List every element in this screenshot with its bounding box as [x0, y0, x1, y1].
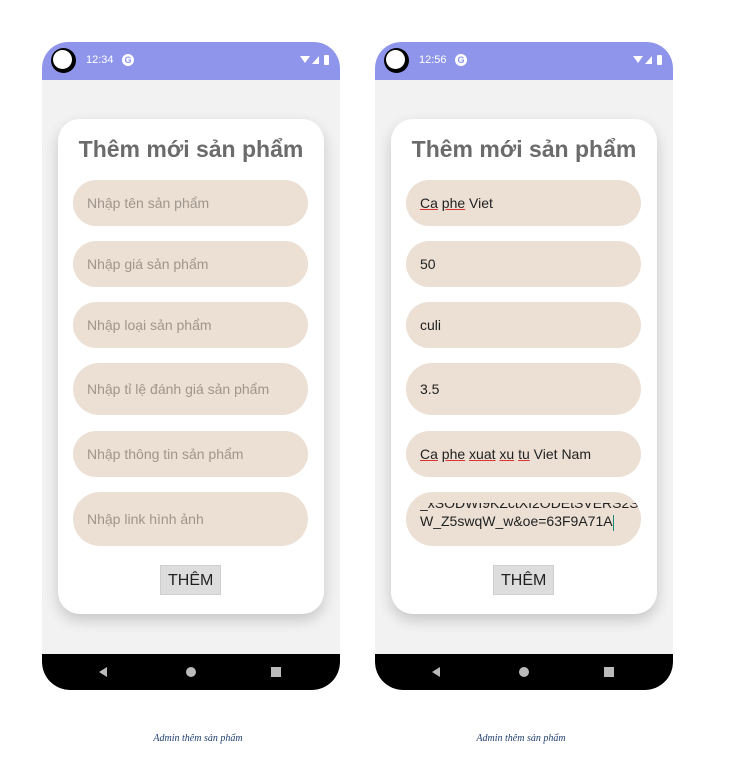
product-type-value: culi: [420, 317, 442, 333]
text-cursor: [612, 514, 614, 531]
home-icon[interactable]: [186, 667, 196, 677]
caption-right: Admin thêm sản phẩm: [476, 733, 566, 744]
status-bar: 12:56 G: [375, 42, 673, 80]
navigation-bar: [375, 654, 673, 690]
caption-left: Admin thêm sản phẩm: [153, 733, 243, 744]
product-name-input[interactable]: Ca phe Viet: [406, 180, 641, 226]
google-icon: G: [455, 54, 467, 66]
image-link-line-1: _xSODWI9KZctXI2ODEtSVERS2S: [420, 503, 639, 512]
wifi-icon: [300, 56, 310, 63]
product-info-input[interactable]: Ca phe xuat xu tu Viet Nam: [406, 431, 641, 477]
home-icon[interactable]: [519, 667, 529, 677]
camera-cutout: [384, 48, 409, 73]
image-link-line-2: W_Z5swqW_w&oe=63F9A71A: [420, 513, 613, 530]
product-rating-input[interactable]: Nhập tỉ lệ đánh giá sản phẩm: [73, 363, 308, 415]
product-type-input[interactable]: culi: [406, 302, 641, 348]
wifi-icon: [633, 56, 643, 63]
battery-icon: [657, 55, 662, 65]
product-price-value: 50: [420, 256, 436, 272]
signal-icon: [312, 56, 319, 64]
product-price-input[interactable]: 50: [406, 241, 641, 287]
navigation-bar: [42, 654, 340, 690]
status-time: 12:34: [86, 54, 114, 66]
system-icons: [300, 55, 329, 65]
google-icon: G: [122, 54, 134, 66]
product-image-link-input[interactable]: Nhập link hình ảnh: [73, 492, 308, 546]
page-title: Thêm mới sản phẩm: [78, 136, 304, 162]
recents-icon[interactable]: [271, 667, 281, 677]
signal-icon: [645, 56, 652, 64]
product-price-input[interactable]: Nhập giá sản phẩm: [73, 241, 308, 287]
back-icon[interactable]: [99, 667, 107, 677]
status-time: 12:56: [419, 54, 447, 66]
product-type-input[interactable]: Nhập loại sản phẩm: [73, 302, 308, 348]
add-product-card: Thêm mới sản phẩm Ca phe Viet 50 culi 3.…: [391, 119, 657, 614]
battery-icon: [324, 55, 329, 65]
back-icon[interactable]: [432, 667, 440, 677]
product-info-input[interactable]: Nhập thông tin sản phẩm: [73, 431, 308, 477]
image-link-value: _xSODWI9KZctXI2ODEtSVERS2S W_Z5swqW_w&oe…: [420, 503, 639, 531]
add-product-card: Thêm mới sản phẩm Nhập tên sản phẩm Nhập…: [58, 119, 324, 614]
product-rating-value: 3.5: [420, 381, 440, 397]
phone-screen-empty-form: 12:34 G Thêm mới sản phẩm Nhập tên sản p…: [42, 42, 340, 690]
camera-cutout: [51, 48, 76, 73]
phone-screen-filled-form: 12:56 G Thêm mới sản phẩm Ca phe Viet 50…: [375, 42, 673, 690]
product-image-link-input[interactable]: _xSODWI9KZctXI2ODEtSVERS2S W_Z5swqW_w&oe…: [406, 492, 641, 546]
page-title: Thêm mới sản phẩm: [411, 136, 637, 162]
add-button[interactable]: THÊM: [160, 565, 222, 595]
product-rating-input[interactable]: 3.5: [406, 363, 641, 415]
product-name-value: Ca phe Viet: [420, 195, 493, 211]
recents-icon[interactable]: [604, 667, 614, 677]
status-bar: 12:34 G: [42, 42, 340, 80]
system-icons: [633, 55, 662, 65]
product-name-input[interactable]: Nhập tên sản phẩm: [73, 180, 308, 226]
add-button[interactable]: THÊM: [493, 565, 555, 595]
product-info-value: Ca phe xuat xu tu Viet Nam: [420, 446, 591, 462]
